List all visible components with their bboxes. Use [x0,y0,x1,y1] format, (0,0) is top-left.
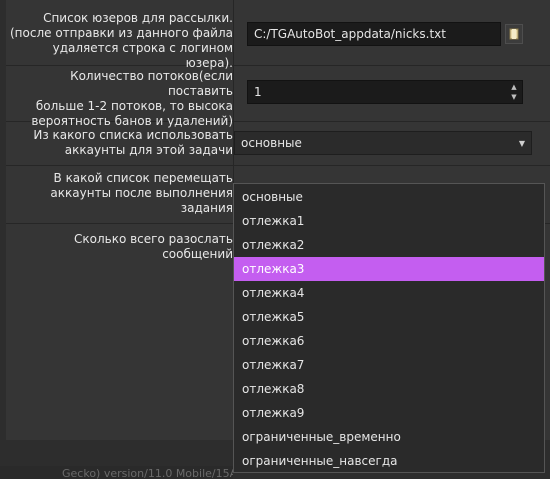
folder-icon [509,28,519,40]
dropdown-option[interactable]: отлежка5 [234,305,544,329]
threads-spin-buttons: ▲ ▼ [507,82,521,102]
dropdown-option[interactable]: ограниченные_временно [234,425,544,449]
browse-button[interactable] [505,24,523,44]
dropdown-option[interactable]: отлежка2 [234,233,544,257]
background-log-text: Gecko) version/11.0 Mobile/15A5 [0,466,233,479]
dropdown-option[interactable]: отлежка8 [234,377,544,401]
row-label-target-list: В какой список перемещать аккаунты после… [50,171,233,215]
row-label-user-list: Список юзеров для рассылки. (после отпра… [10,11,233,70]
dropdown-option[interactable]: отлежка4 [234,281,544,305]
dropdown-option[interactable]: основные [234,185,544,209]
row-label-threads: Количество потоков(если поставить больше… [31,69,233,128]
dropdown-option[interactable]: отлежка1 [234,209,544,233]
spin-down-arrow[interactable]: ▼ [507,92,521,102]
dropdown-option-selected[interactable]: отлежка3 [234,257,544,281]
dropdown-option[interactable]: отлежка6 [234,329,544,353]
target-list-dropdown[interactable]: основные отлежка1 отлежка2 отлежка3 отле… [233,183,545,473]
row-label-source-list: Из какого списка использовать аккаунты д… [33,128,233,157]
spin-up-arrow[interactable]: ▲ [507,82,521,92]
threads-spinbox[interactable]: 1 [247,80,523,104]
row-label-total-messages: Сколько всего разослать сообщений [73,232,233,261]
dropdown-option[interactable]: отлежка7 [234,353,544,377]
dropdown-option[interactable]: отлежка9 [234,401,544,425]
source-list-combobox[interactable]: основные ▼ [234,131,532,155]
chevron-down-icon: ▼ [518,139,525,148]
file-path-field[interactable]: C:/TGAutoBot_appdata/nicks.txt [247,22,501,46]
dropdown-option[interactable]: ограниченные_навсегда [234,449,544,473]
